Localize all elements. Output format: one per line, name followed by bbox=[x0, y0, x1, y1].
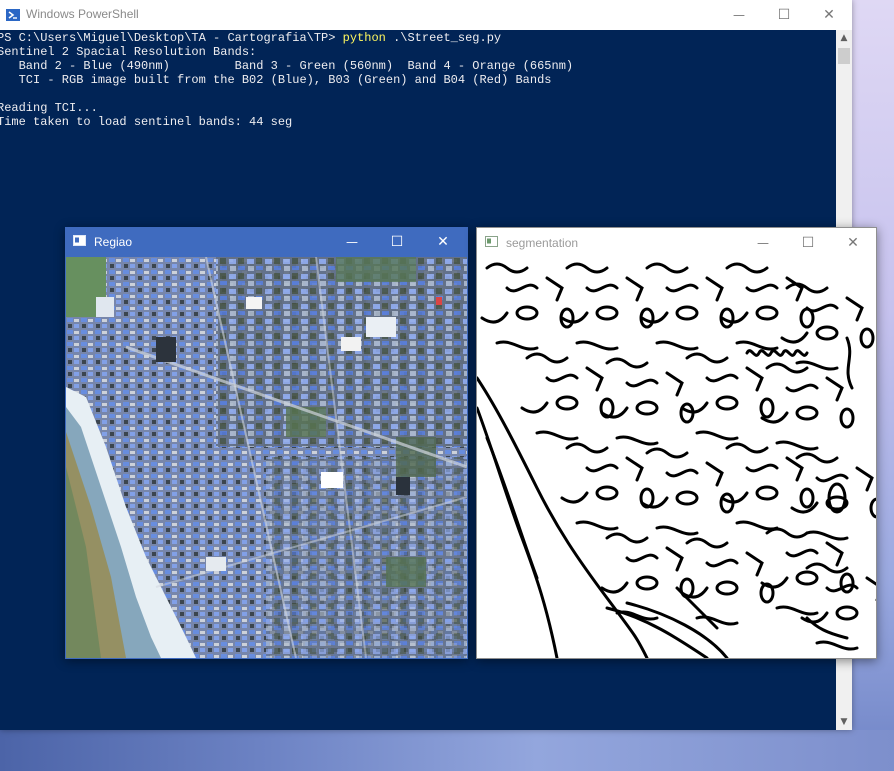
segmentation-edges bbox=[477, 262, 876, 658]
console-line: TCI - RGB image built from the B02 (Blue… bbox=[0, 73, 552, 87]
powershell-title: Windows PowerShell bbox=[26, 7, 139, 21]
console-line: Sentinel 2 Spacial Resolution Bands: bbox=[0, 45, 257, 59]
satellite-image bbox=[66, 257, 467, 658]
console-line: Time taken to load sentinel bands: 44 se… bbox=[0, 115, 293, 129]
maximize-icon: ☐ bbox=[390, 233, 404, 250]
desktop-wallpaper-bottom bbox=[0, 730, 894, 771]
powershell-icon bbox=[6, 9, 20, 21]
regiao-window: Regiao — ☐ ✕ bbox=[65, 227, 468, 659]
maximize-button[interactable]: ☐ bbox=[375, 227, 419, 256]
regiao-title: Regiao bbox=[94, 235, 133, 249]
minimize-icon: — bbox=[733, 8, 745, 22]
segmentation-image bbox=[477, 258, 876, 658]
image-window-icon bbox=[73, 235, 86, 246]
image-window-icon bbox=[485, 236, 498, 247]
close-icon: ✕ bbox=[847, 234, 859, 251]
satellite-image-render bbox=[66, 257, 467, 658]
maximize-icon: ☐ bbox=[777, 7, 791, 23]
console-prompt: PS C:\Users\Miguel\Desktop\TA - Cartogra… bbox=[0, 31, 343, 45]
regiao-titlebar[interactable]: Regiao — ☐ ✕ bbox=[65, 227, 468, 257]
segmentation-window: segmentation — ☐ ✕ bbox=[476, 227, 877, 659]
minimize-icon: — bbox=[346, 234, 358, 249]
close-button[interactable]: ✕ bbox=[806, 0, 852, 30]
close-icon: ✕ bbox=[437, 233, 449, 250]
console-command: python bbox=[342, 31, 386, 45]
close-button[interactable]: ✕ bbox=[421, 227, 465, 256]
minimize-button[interactable]: — bbox=[716, 0, 762, 30]
close-icon: ✕ bbox=[823, 7, 835, 23]
scrollbar-thumb[interactable] bbox=[838, 48, 850, 64]
console-line: Reading TCI... bbox=[0, 101, 98, 115]
maximize-button[interactable]: ☐ bbox=[786, 228, 830, 257]
maximize-button[interactable]: ☐ bbox=[761, 0, 807, 30]
segmentation-title: segmentation bbox=[506, 236, 579, 250]
console-line: Band 2 - Blue (490nm) Band 3 - Green (56… bbox=[0, 59, 574, 73]
powershell-titlebar[interactable]: Windows PowerShell — ☐ ✕ bbox=[0, 0, 852, 30]
console-command-args: .\Street_seg.py bbox=[385, 31, 502, 45]
minimize-button[interactable]: — bbox=[330, 227, 374, 256]
minimize-button[interactable]: — bbox=[741, 228, 785, 257]
scroll-up-arrow-icon[interactable]: ▲ bbox=[836, 30, 852, 46]
maximize-icon: ☐ bbox=[801, 234, 815, 251]
close-button[interactable]: ✕ bbox=[831, 228, 875, 257]
scroll-down-arrow-icon[interactable]: ▼ bbox=[836, 714, 852, 730]
segmentation-titlebar[interactable]: segmentation — ☐ ✕ bbox=[477, 228, 876, 257]
minimize-icon: — bbox=[757, 235, 769, 250]
console-prompt-line: PS C:\Users\Miguel\Desktop\TA - Cartogra… bbox=[0, 31, 836, 45]
